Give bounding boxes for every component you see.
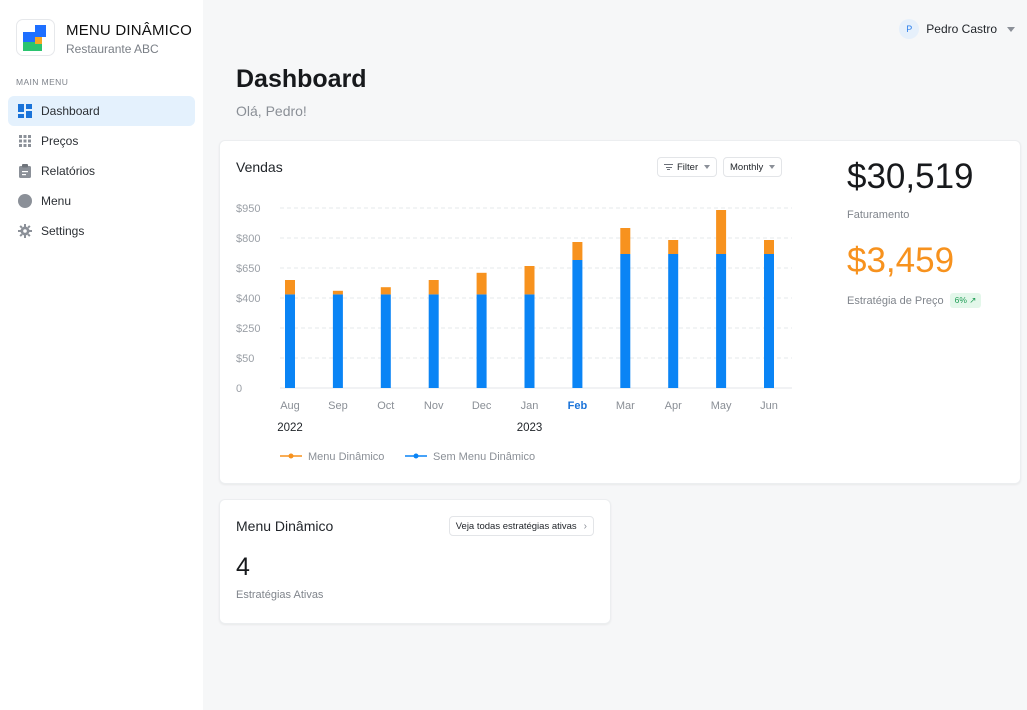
year-label: 2022 [277,422,303,434]
bar-menu-dinamico [285,280,295,295]
grid-icon [18,134,32,148]
year-label: 2023 [517,422,543,434]
active-strategies-count: 4 [236,553,250,581]
bar-menu-dinamico [428,280,439,295]
y-tick-label: $400 [236,293,260,305]
legend-marker [413,453,419,459]
brand[interactable]: MENU DINÂMICO Restaurante ABC [16,19,192,56]
x-tick-label: Dec [472,400,492,412]
status-badge: 6% ↗ [949,293,982,308]
clipboard-icon [18,164,32,178]
strategy-label: Estratégia de Preço [847,294,944,307]
bar-menu-dinamico [380,287,391,295]
bar-sem-menu-dinamico [620,254,631,388]
view-strategies-button[interactable]: Veja todas estratégias ativas › [448,516,594,536]
gear-icon [18,224,32,238]
bar-menu-dinamico [476,272,487,295]
avatar: P [899,19,920,39]
sidebar-item-label: Preços [41,134,79,148]
y-tick-label: $950 [236,203,260,215]
user-name: Pedro Castro [926,22,997,36]
bar-menu-dinamico [620,228,631,254]
sidebar-nav: Dashboard Preços Relatórios Menu Setting… [8,96,195,246]
x-tick-label: May [711,400,732,412]
brand-title: MENU DINÂMICO [66,22,192,39]
sidebar-item-label: Dashboard [41,104,100,118]
sidebar-item-relatorios[interactable]: Relatórios [8,156,195,186]
x-tick-label: Apr [665,400,682,412]
sales-chart: 0 $50 $250 $400 $650 $800 $950 Aug Sep Oct Nov Dec J… [236,203,792,463]
dashboard-icon [18,104,32,118]
bar-sem-menu-dinamico [524,294,535,388]
bar-sem-menu-dinamico [332,294,343,388]
sidebar-item-label: Settings [41,224,85,238]
sidebar: MENU DINÂMICO Restaurante ABC MAIN MENU … [0,0,203,710]
greeting: Olá, Pedro! [236,103,307,119]
x-tick-label: Aug [280,400,300,412]
sidebar-item-precos[interactable]: Preços [8,126,195,156]
bar-sem-menu-dinamico [764,254,774,388]
circle-icon [18,194,32,208]
bar-sem-menu-dinamico [716,254,727,388]
bar-menu-dinamico [716,210,727,254]
bar-sem-menu-dinamico [428,294,439,388]
view-strategies-label: Veja todas estratégias ativas [455,520,577,532]
x-tick-label: Sep [328,400,348,412]
x-tick-label: Oct [377,400,394,412]
bar-menu-dinamico [524,266,535,295]
active-strategies-label: Estratégias Ativas [236,589,324,601]
menu-card: Menu Dinâmico Veja todas estratégias ati… [219,499,611,624]
sidebar-item-dashboard[interactable]: Dashboard [8,96,195,126]
bar-menu-dinamico [572,242,583,260]
logo-icon [16,19,55,56]
revenue-value: $30,519 [847,157,974,196]
bar-menu-dinamico [668,240,679,254]
sidebar-item-label: Menu [41,194,72,208]
y-tick-label: $650 [236,263,260,275]
y-tick-label: $800 [236,233,260,245]
sidebar-item-menu[interactable]: Menu [8,186,195,216]
legend-label: Sem Menu Dinâmico [433,451,535,463]
page-title: Dashboard [236,65,367,93]
strategy-label-row: Estratégia de Preço 6% ↗ [847,293,982,308]
revenue-label: Faturamento [847,209,910,221]
legend-marker [288,453,294,459]
user-menu[interactable]: P Pedro Castro [899,19,1015,39]
x-tick-label: Feb [568,400,588,412]
x-tick-label: Nov [424,400,444,412]
chevron-right-icon: › [583,520,587,532]
x-tick-label: Mar [616,400,635,412]
bar-sem-menu-dinamico [476,294,487,388]
legend-label: Menu Dinâmico [308,451,384,463]
bar-menu-dinamico [332,290,343,295]
main-menu-label: MAIN MENU [16,77,69,87]
strategy-value: $3,459 [847,241,955,280]
bar-menu-dinamico [764,240,774,254]
brand-subtitle: Restaurante ABC [66,42,159,56]
y-tick-label: $250 [236,323,260,335]
chevron-down-icon [1007,26,1015,32]
sales-card: Vendas Filter Monthly 0 $50 $250 $400 $650 $8… [219,140,1021,484]
bar-sem-menu-dinamico [668,254,679,388]
sidebar-item-settings[interactable]: Settings [8,216,195,246]
sidebar-item-label: Relatórios [41,164,96,178]
menu-card-title: Menu Dinâmico [236,518,334,534]
bar-sem-menu-dinamico [285,294,295,388]
y-tick-label: $50 [236,353,254,365]
bar-sem-menu-dinamico [572,260,583,388]
bar-sem-menu-dinamico [380,294,391,388]
x-tick-label: Jun [760,400,778,412]
y-tick-label: 0 [236,383,242,395]
x-tick-label: Jan [521,400,539,412]
